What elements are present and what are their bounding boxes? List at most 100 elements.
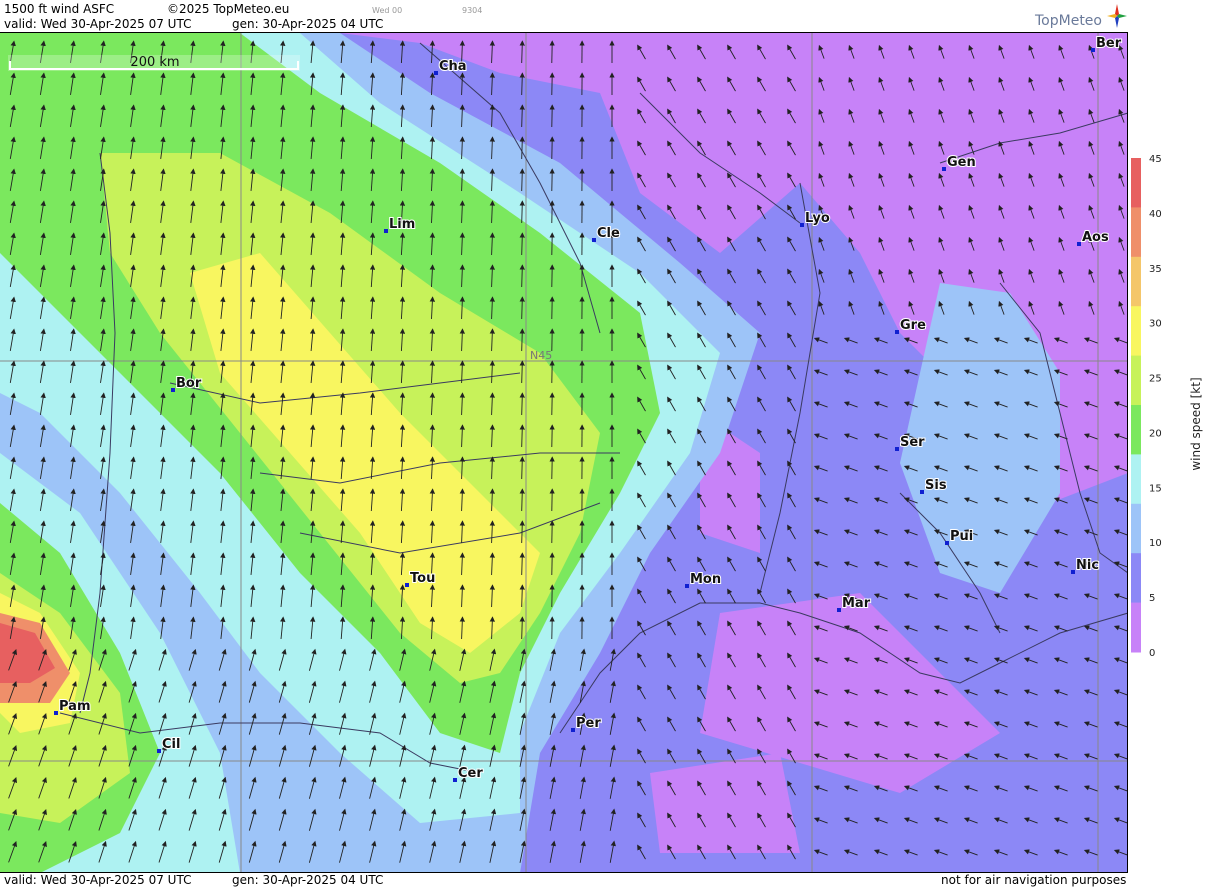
copyright-text: ©2025 TopMeteo.eu bbox=[167, 2, 289, 16]
wind-arrow bbox=[522, 459, 523, 479]
wind-arrow bbox=[522, 43, 523, 63]
legend-swatch bbox=[1131, 454, 1141, 504]
wind-speed-legend: 454035302520151050 wind speed [kt] bbox=[1128, 0, 1219, 887]
city-per[interactable]: Per bbox=[571, 716, 601, 732]
city-label: Lyo bbox=[805, 211, 830, 226]
wind-arrow bbox=[522, 331, 523, 351]
city-pam[interactable]: Pam bbox=[54, 699, 91, 715]
wind-arrow bbox=[522, 75, 523, 95]
wind-arrow bbox=[522, 587, 523, 607]
city-aos[interactable]: Aos bbox=[1077, 230, 1109, 246]
city-tou[interactable]: Tou bbox=[405, 571, 435, 587]
city-lim[interactable]: Lim bbox=[384, 217, 415, 233]
city-pui[interactable]: Pui bbox=[945, 529, 973, 545]
legend-swatch bbox=[1131, 405, 1141, 455]
wind-arrow bbox=[522, 235, 523, 255]
city-label: Cha bbox=[439, 59, 467, 74]
wind-arrow bbox=[522, 427, 523, 447]
city-marker bbox=[434, 71, 438, 75]
city-mar[interactable]: Mar bbox=[837, 596, 871, 612]
city-label: Mar bbox=[842, 596, 871, 611]
scale-bar: 200 km bbox=[8, 55, 300, 71]
city-marker bbox=[942, 167, 946, 171]
city-gre[interactable]: Gre bbox=[895, 318, 926, 334]
city-marker bbox=[384, 229, 388, 233]
legend-tick: 0 bbox=[1149, 648, 1155, 659]
topmeteo-logo[interactable]: TopMeteo bbox=[1035, 2, 1128, 30]
city-marker bbox=[405, 583, 409, 587]
city-marker bbox=[895, 447, 899, 451]
city-marker bbox=[1077, 242, 1081, 246]
city-bor[interactable]: Bor bbox=[171, 376, 202, 392]
wind-arrow bbox=[522, 139, 523, 159]
valid-time: valid: Wed 30-Apr-2025 07 UTC bbox=[4, 17, 191, 31]
city-label: Cer bbox=[458, 766, 483, 781]
city-marker bbox=[837, 608, 841, 612]
city-marker bbox=[453, 778, 457, 782]
city-nic[interactable]: Nic bbox=[1071, 558, 1099, 574]
legend-colorbar: 454035302520151050 wind speed [kt] bbox=[1128, 0, 1219, 887]
legend-tick: 15 bbox=[1149, 483, 1162, 494]
city-label: Ser bbox=[900, 435, 925, 450]
wind-arrow bbox=[522, 203, 523, 223]
legend-title: wind speed [kt] bbox=[1189, 377, 1203, 470]
legend-tick: 25 bbox=[1149, 374, 1162, 385]
city-label: Pui bbox=[950, 529, 973, 544]
legend-swatch bbox=[1131, 306, 1141, 356]
city-label: Bor bbox=[176, 376, 202, 391]
city-cha[interactable]: Cha bbox=[434, 59, 467, 75]
city-marker bbox=[54, 711, 58, 715]
city-label: Sis bbox=[925, 478, 947, 493]
city-label: Cle bbox=[597, 226, 620, 241]
city-marker bbox=[895, 330, 899, 334]
city-lyo[interactable]: Lyo bbox=[800, 211, 830, 227]
city-sis[interactable]: Sis bbox=[920, 478, 947, 494]
wind-arrow bbox=[522, 299, 523, 319]
legend-swatch bbox=[1131, 504, 1141, 554]
gen-time: gen: 30-Apr-2025 04 UTC bbox=[232, 17, 383, 31]
city-ber[interactable]: Ber bbox=[1091, 36, 1122, 52]
city-ser[interactable]: Ser bbox=[895, 435, 925, 451]
legend-swatch bbox=[1131, 356, 1141, 406]
city-label: Ber bbox=[1096, 36, 1122, 51]
footer-valid-time: valid: Wed 30-Apr-2025 07 UTC bbox=[4, 873, 191, 887]
legend-tick: 5 bbox=[1149, 593, 1155, 604]
city-label: Aos bbox=[1082, 230, 1109, 245]
legend-tick: 40 bbox=[1149, 209, 1162, 220]
wind-speed-field: 200 km N45 ChaBerGenLimCleLyoAosGreBorSe… bbox=[0, 33, 1128, 872]
city-marker bbox=[1071, 570, 1075, 574]
num-code: 9304 bbox=[462, 4, 482, 18]
header-bar: 1500 ft wind ASFC ©2025 TopMeteo.eu Wed … bbox=[0, 0, 1128, 32]
city-label: Tou bbox=[410, 571, 435, 586]
wind-arrow bbox=[522, 619, 523, 639]
compass-icon bbox=[1105, 2, 1129, 30]
map-title: 1500 ft wind ASFC bbox=[4, 2, 114, 16]
city-marker bbox=[592, 238, 596, 242]
city-marker bbox=[157, 749, 161, 753]
legend-tick: 45 bbox=[1149, 154, 1162, 165]
wind-map[interactable]: 200 km N45 ChaBerGenLimCleLyoAosGreBorSe… bbox=[0, 32, 1128, 872]
legend-swatch bbox=[1131, 207, 1141, 257]
legend-tick: 10 bbox=[1149, 538, 1162, 549]
city-cer[interactable]: Cer bbox=[453, 766, 483, 782]
city-marker bbox=[571, 728, 575, 732]
city-cle[interactable]: Cle bbox=[592, 226, 620, 242]
wind-arrow bbox=[522, 395, 523, 415]
city-mon[interactable]: Mon bbox=[685, 572, 721, 588]
legend-swatch bbox=[1131, 603, 1141, 653]
footer-gen-time: gen: 30-Apr-2025 04 UTC bbox=[232, 873, 383, 887]
wind-arrow bbox=[522, 267, 523, 287]
brand-text: TopMeteo bbox=[1035, 14, 1102, 28]
city-label: Mon bbox=[690, 572, 721, 587]
city-label: Pam bbox=[59, 699, 91, 714]
disclaimer: not for air navigation purposes bbox=[941, 873, 1126, 887]
city-marker bbox=[945, 541, 949, 545]
scale-bar-label: 200 km bbox=[130, 55, 179, 70]
legend-swatch bbox=[1131, 257, 1141, 307]
city-gen[interactable]: Gen bbox=[942, 155, 976, 171]
city-label: Nic bbox=[1076, 558, 1099, 573]
city-marker bbox=[920, 490, 924, 494]
city-label: Per bbox=[576, 716, 601, 731]
wind-arrow bbox=[522, 107, 523, 127]
city-marker bbox=[171, 388, 175, 392]
